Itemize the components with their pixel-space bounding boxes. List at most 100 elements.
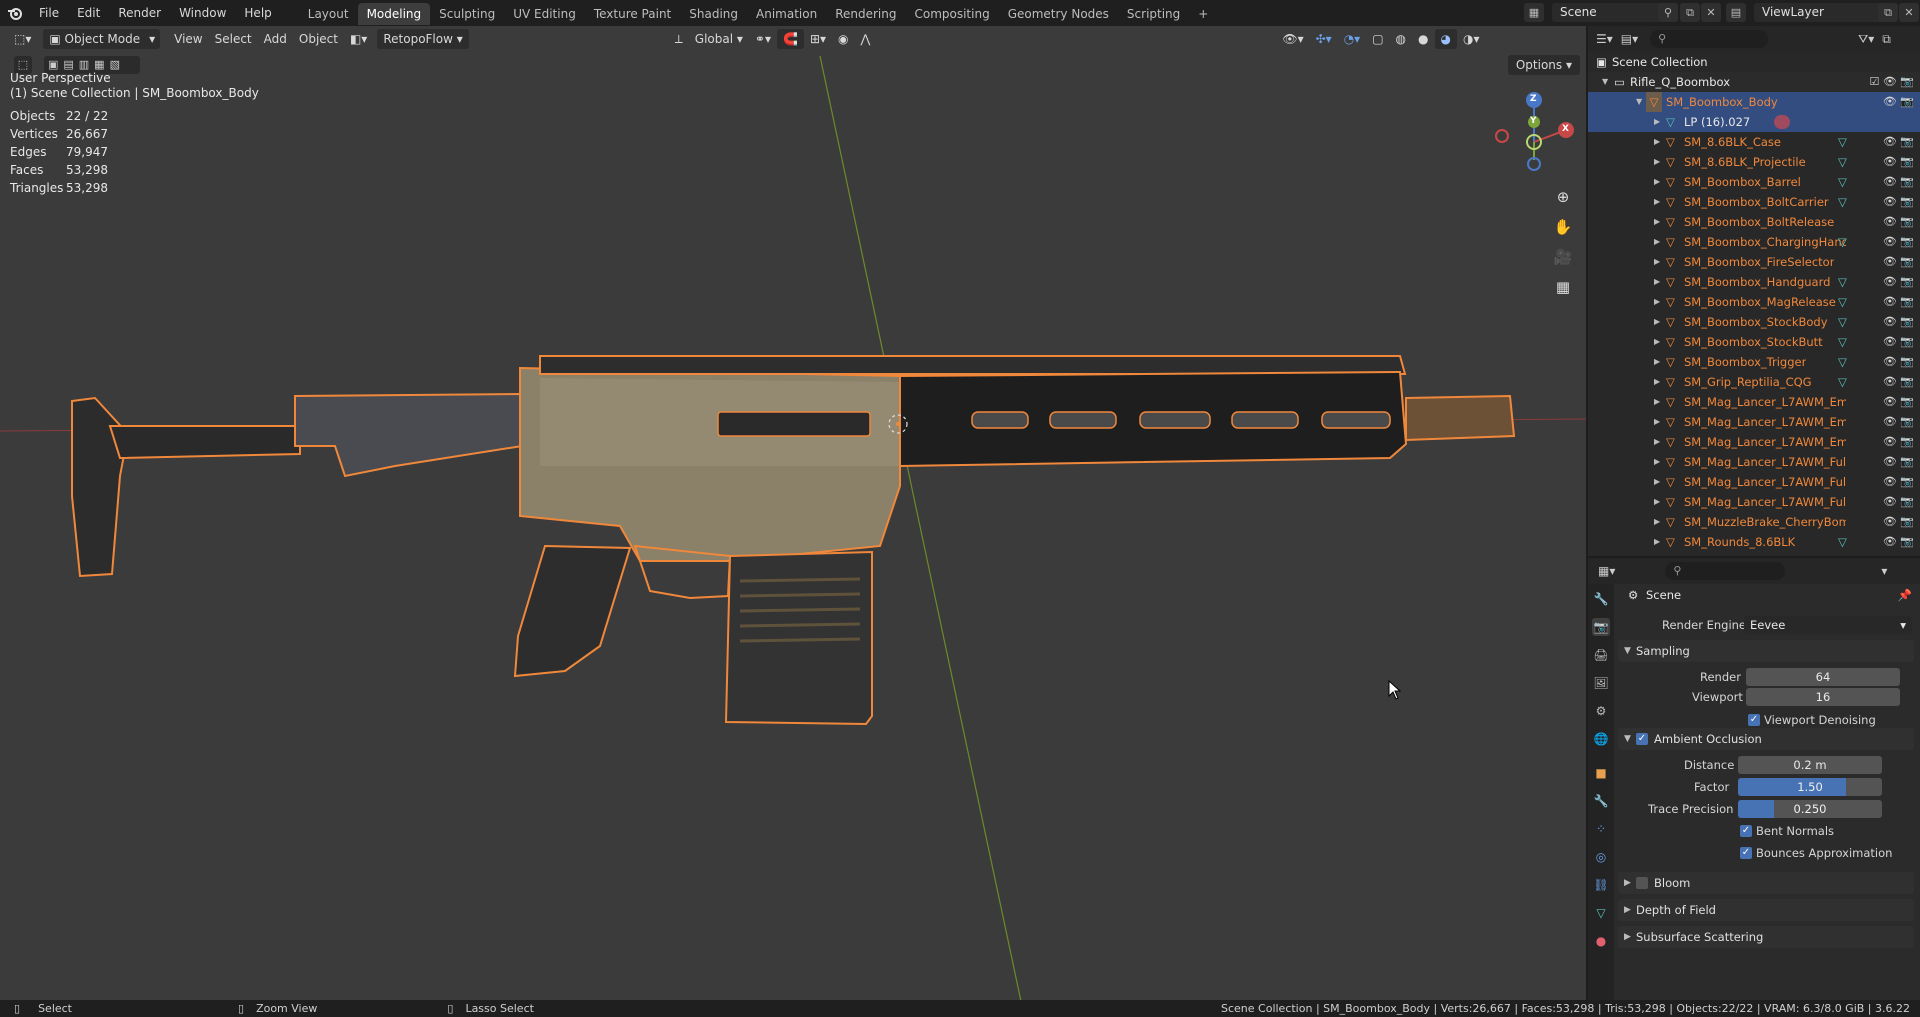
pan-hand-icon[interactable]: ✋ bbox=[1550, 214, 1576, 240]
scene-field[interactable]: Scene bbox=[1552, 3, 1662, 22]
menu-render[interactable]: Render bbox=[109, 0, 170, 26]
physics-tab-icon[interactable]: ◎ bbox=[1592, 848, 1610, 866]
expand-triangle-icon[interactable]: ▶ bbox=[1654, 252, 1660, 272]
outliner-object-row[interactable]: ▶ ▽ SM_Rounds_8.6BLK ▽ 👁 📷 bbox=[1588, 532, 1920, 552]
expand-triangle-icon[interactable]: ▶ bbox=[1654, 232, 1660, 252]
object-visibility-icons[interactable]: 👁 📷 bbox=[1883, 232, 1914, 252]
constraints-tab-icon[interactable]: ⛓ bbox=[1592, 876, 1610, 894]
new-scene-icon[interactable]: ⧉ bbox=[1680, 3, 1700, 22]
tab-layout[interactable]: Layout bbox=[299, 3, 358, 25]
outliner-object-row[interactable]: ▶ ▽ SM_Boombox_MagRelease ▽ 👁 📷 bbox=[1588, 292, 1920, 312]
object-visibility-icons[interactable]: 👁 📷 bbox=[1883, 312, 1914, 332]
outliner-collection-row[interactable]: ▼ ▭ Rifle_Q_Boombox ☑ 👁 📷 bbox=[1588, 72, 1920, 92]
camera-view-icon[interactable]: 🎥 bbox=[1550, 244, 1576, 270]
expand-triangle-icon[interactable]: ▶ bbox=[1654, 372, 1660, 392]
menu-file[interactable]: File bbox=[30, 0, 68, 26]
view-layer-field[interactable]: ViewLayer bbox=[1754, 3, 1884, 22]
menu-edit[interactable]: Edit bbox=[68, 0, 109, 26]
object-visibility-icons[interactable]: 👁 📷 bbox=[1883, 152, 1914, 172]
outliner-object-row[interactable]: ▶ ▽ SM_8.6BLK_Case ▽ 👁 📷 bbox=[1588, 132, 1920, 152]
particles-tab-icon[interactable]: ⁘ bbox=[1592, 820, 1610, 838]
expand-triangle-icon[interactable]: ▶ bbox=[1654, 392, 1660, 412]
object-visibility-icons[interactable]: 👁 📷 bbox=[1883, 172, 1914, 192]
outliner-object-row[interactable]: ▶ ▽ SM_8.6BLK_Projectile ▽ 👁 📷 bbox=[1588, 152, 1920, 172]
bent-normals-checkbox[interactable]: ✓ bbox=[1740, 825, 1752, 837]
expand-triangle-icon[interactable]: ▶ bbox=[1654, 192, 1660, 212]
object-visibility-icons[interactable]: 👁 📷 bbox=[1883, 512, 1914, 532]
outliner-object-row[interactable]: ▶ ▽ SM_Boombox_BoltRelease 👁 📷 bbox=[1588, 212, 1920, 232]
render-tab-icon[interactable]: 📷 bbox=[1592, 618, 1610, 636]
expand-triangle-icon[interactable]: ▶ bbox=[1654, 472, 1660, 492]
expand-triangle-icon[interactable]: ▶ bbox=[1654, 132, 1660, 152]
outliner-object-row[interactable]: ▶ ▽ SM_Boombox_Handguard ▽ 👁 📷 bbox=[1588, 272, 1920, 292]
pin-icon[interactable]: ⚲ bbox=[1658, 3, 1678, 22]
object-visibility-icons[interactable]: 👁 📷 bbox=[1883, 92, 1914, 112]
expand-triangle-icon[interactable]: ▶ bbox=[1654, 152, 1660, 172]
delete-view-layer-icon[interactable]: ✕ bbox=[1899, 3, 1919, 22]
outliner-object-row[interactable]: ▶ ▽ SM_Boombox_FireSelector 👁 📷 bbox=[1588, 252, 1920, 272]
outliner-object-row[interactable]: ▶ ▽ SM_MuzzleBrake_CherryBomb 👁 📷 bbox=[1588, 512, 1920, 532]
outliner-search-input[interactable]: ⚲ bbox=[1650, 30, 1769, 48]
object-visibility-icons[interactable]: 👁 📷 bbox=[1883, 192, 1914, 212]
expand-triangle-icon[interactable]: ▶ bbox=[1654, 332, 1660, 352]
expand-triangle-icon[interactable]: ▶ bbox=[1654, 412, 1660, 432]
object-visibility-icons[interactable]: 👁 📷 bbox=[1883, 212, 1914, 232]
collection-visibility-icons[interactable]: ☑ 👁 📷 bbox=[1869, 72, 1914, 92]
outliner-object-row[interactable]: ▶ ▽ SM_Mag_Lancer_L7AWM_Empt 👁 📷 bbox=[1588, 432, 1920, 452]
perspective-toggle-icon[interactable]: ▦ bbox=[1550, 274, 1576, 300]
object-visibility-icons[interactable]: 👁 📷 bbox=[1883, 292, 1914, 312]
expand-triangle-icon[interactable]: ▶ bbox=[1654, 492, 1660, 512]
chevron-down-icon[interactable]: ▾ bbox=[1881, 564, 1887, 578]
ao-trace-slider[interactable]: 0.250 bbox=[1738, 800, 1882, 818]
zoom-icon[interactable]: ⊕ bbox=[1550, 184, 1576, 210]
expand-triangle-icon[interactable]: ▶ bbox=[1654, 352, 1660, 372]
display-mode-icon[interactable]: ▤▾ bbox=[1621, 32, 1638, 46]
bloom-enable-checkbox[interactable] bbox=[1636, 877, 1648, 889]
outliner-object-row[interactable]: ▶ ▽ SM_Boombox_StockButt ▽ 👁 📷 bbox=[1588, 332, 1920, 352]
outliner-selected-object-row[interactable]: ▼ ▽ SM_Boombox_Body 👁 📷 bbox=[1588, 92, 1920, 112]
menu-help[interactable]: Help bbox=[235, 0, 280, 26]
expand-triangle-icon[interactable]: ▶ bbox=[1654, 532, 1660, 552]
new-view-layer-icon[interactable]: ⧉ bbox=[1878, 3, 1898, 22]
object-visibility-icons[interactable]: 👁 📷 bbox=[1883, 132, 1914, 152]
render-samples-field[interactable]: 64 bbox=[1746, 668, 1900, 686]
object-visibility-icons[interactable]: 👁 📷 bbox=[1883, 532, 1914, 552]
tool-tab-icon[interactable]: 🔧 bbox=[1592, 590, 1610, 608]
object-visibility-icons[interactable]: 👁 📷 bbox=[1883, 252, 1914, 272]
expand-triangle-icon[interactable]: ▶ bbox=[1654, 172, 1660, 192]
outliner-editor-icon[interactable]: ☰▾ bbox=[1596, 32, 1613, 46]
tab-animation[interactable]: Animation bbox=[747, 3, 826, 25]
outliner-object-row[interactable]: ▶ ▽ SM_Boombox_ChargingHandle ▽ 👁 📷 bbox=[1588, 232, 1920, 252]
sss-panel-header[interactable]: ▶ Subsurface Scattering bbox=[1618, 926, 1914, 948]
viewport-denoising-checkbox[interactable]: ✓ bbox=[1748, 714, 1760, 726]
expand-triangle-icon[interactable]: ▶ bbox=[1654, 432, 1660, 452]
outliner-object-row[interactable]: ▶ ▽ SM_Boombox_Trigger ▽ 👁 📷 bbox=[1588, 352, 1920, 372]
object-visibility-icons[interactable]: 👁 📷 bbox=[1883, 272, 1914, 292]
view-layer-selector-icon[interactable]: ▤ bbox=[1726, 3, 1746, 22]
dof-panel-header[interactable]: ▶ Depth of Field bbox=[1618, 899, 1914, 921]
outliner-object-row[interactable]: ▶ ▽ SM_Mag_Lancer_L7AWM_Full_F 👁 📷 bbox=[1588, 472, 1920, 492]
data-tab-icon[interactable]: ▽ bbox=[1592, 904, 1610, 922]
object-visibility-icons[interactable]: 👁 📷 bbox=[1883, 432, 1914, 452]
properties-editor-icon[interactable]: ▦▾ bbox=[1598, 564, 1615, 578]
scene-tab-icon[interactable]: ⚙ bbox=[1592, 702, 1610, 720]
outliner-object-row[interactable]: ▶ ▽ SM_Boombox_BoltCarrier ▽ 👁 📷 bbox=[1588, 192, 1920, 212]
expand-triangle-icon[interactable]: ▶ bbox=[1654, 212, 1660, 232]
material-tab-icon[interactable]: ● bbox=[1592, 932, 1610, 950]
output-tab-icon[interactable]: 🖨 bbox=[1592, 646, 1610, 664]
outliner-object-row[interactable]: ▶ ▽ SM_Mag_Lancer_L7AWM_Full_S 👁 📷 bbox=[1588, 492, 1920, 512]
outliner-object-row[interactable]: ▶ ▽ SM_Mag_Lancer_L7AWM_Empt 👁 📷 bbox=[1588, 412, 1920, 432]
tab-rendering[interactable]: Rendering bbox=[826, 3, 905, 25]
expand-triangle-icon[interactable]: ▼ bbox=[1602, 72, 1608, 92]
expand-triangle-icon[interactable]: ▶ bbox=[1654, 292, 1660, 312]
expand-triangle-icon[interactable]: ▶ bbox=[1654, 452, 1660, 472]
tab-scripting[interactable]: Scripting bbox=[1118, 3, 1189, 25]
outliner-scene-collection[interactable]: ▣ Scene Collection bbox=[1588, 52, 1920, 72]
outliner-object-row[interactable]: ▶ ▽ SM_Grip_Reptilia_CQG ▽ 👁 📷 bbox=[1588, 372, 1920, 392]
outliner-object-row[interactable]: ▶ ▽ SM_Mag_Lancer_L7AWM_Full 👁 📷 bbox=[1588, 452, 1920, 472]
tab-compositing[interactable]: Compositing bbox=[905, 3, 998, 25]
tab-modeling[interactable]: Modeling bbox=[357, 3, 431, 25]
bounces-approx-checkbox[interactable]: ✓ bbox=[1740, 847, 1752, 859]
ao-factor-slider[interactable]: 1.50 bbox=[1738, 778, 1882, 796]
ao-panel-header[interactable]: ▼ ✓ Ambient Occlusion bbox=[1618, 728, 1914, 750]
